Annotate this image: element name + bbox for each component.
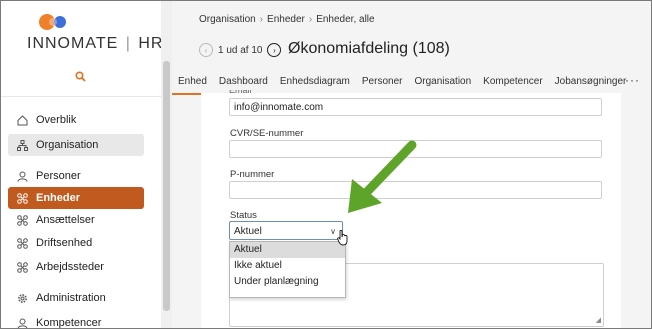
person-icon	[14, 171, 30, 182]
email-field[interactable]: info@innomate.com	[229, 98, 602, 116]
app-window: INNOMATE | HR Overblik Organisation Pers…	[0, 0, 652, 329]
sidebar-item-label: Administration	[36, 292, 106, 304]
brand-name: INNOMATE	[27, 35, 119, 52]
status-option-under-planlaegning[interactable]: Under planlægning	[230, 274, 345, 290]
sidebar-item-label: Driftsenhed	[36, 237, 93, 249]
sidebar-item-organisation[interactable]: Organisation	[8, 134, 144, 156]
status-select[interactable]: Aktuel ∨	[229, 221, 343, 240]
units-icon	[14, 214, 30, 226]
logo-mark-icon	[39, 14, 66, 30]
sidebar-scrollbar[interactable]	[161, 1, 172, 328]
sidebar-item-ansaettelser[interactable]: Ansættelser	[8, 209, 144, 231]
more-tabs-icon[interactable]: ···	[625, 73, 640, 87]
sidebar-item-label: Ansættelser	[36, 214, 95, 226]
brand-product: HR	[138, 35, 164, 52]
chevron-down-icon: ∨	[330, 227, 336, 236]
main-scrollbar[interactable]	[641, 93, 651, 328]
sidebar-item-label: Enheder	[36, 192, 81, 204]
tab-enhedsdiagram[interactable]: Enhedsdiagram	[274, 74, 356, 93]
breadcrumb-enheder[interactable]: Enheder	[267, 14, 305, 25]
sidebar-item-label: Kompetencer	[36, 317, 102, 329]
hand-cursor-icon	[337, 230, 348, 246]
sidebar-item-driftsenhed[interactable]: Driftsenhed	[8, 232, 144, 254]
person-icon	[14, 318, 30, 328]
next-icon[interactable]: ›	[267, 43, 282, 57]
status-label: Status	[230, 210, 257, 221]
units-icon	[14, 261, 30, 273]
resize-handle-icon[interactable]: ◢	[596, 316, 601, 324]
units-icon	[14, 192, 30, 204]
sidebar-item-overblik[interactable]: Overblik	[8, 109, 144, 131]
chevron-right-icon: ›	[308, 14, 313, 25]
units-icon	[14, 237, 30, 249]
sidebar-item-kompetencer[interactable]: Kompetencer	[8, 312, 144, 329]
page-title: Økonomiafdeling (108)	[288, 40, 450, 57]
tab-jobansoegninger[interactable]: Jobansøgninger	[549, 74, 633, 93]
sidebar-item-administration[interactable]: Administration	[8, 287, 144, 309]
tab-organisation[interactable]: Organisation	[408, 74, 477, 93]
cvr-label: CVR/SE-nummer	[230, 128, 304, 139]
sidebar-item-label: Organisation	[36, 139, 99, 151]
breadcrumb-enheder-alle[interactable]: Enheder, alle	[316, 14, 374, 25]
search-icon[interactable]	[75, 71, 86, 85]
brand-separator: |	[125, 35, 131, 52]
org-chart-icon	[14, 139, 30, 151]
tab-enhed[interactable]: Enhed	[172, 74, 213, 95]
breadcrumb: Organisation › Enheder › Enheder, alle	[199, 14, 375, 25]
tab-kompetencer[interactable]: Kompetencer	[477, 74, 548, 93]
breadcrumb-organisation[interactable]: Organisation	[199, 14, 256, 25]
gear-icon	[14, 293, 30, 304]
logo-text: INNOMATE | HR	[27, 35, 163, 53]
sidebar-item-personer[interactable]: Personer	[8, 165, 144, 187]
pnummer-label: P-nummer	[230, 169, 275, 180]
sidebar-item-label: Overblik	[36, 114, 77, 126]
status-dropdown: Aktuel Ikke aktuel Under planlægning	[229, 241, 346, 298]
chevron-right-icon: ›	[259, 14, 264, 25]
sidebar: INNOMATE | HR Overblik Organisation Pers…	[1, 1, 163, 329]
status-select-value: Aktuel	[234, 226, 262, 237]
home-icon	[14, 114, 30, 126]
sidebar-item-enheder[interactable]: Enheder	[8, 187, 144, 209]
sidebar-item-label: Personer	[36, 170, 81, 182]
pager: ‹ 1 ud af 10 ›	[199, 43, 282, 57]
status-option-ikke-aktuel[interactable]: Ikke aktuel	[230, 258, 345, 274]
sidebar-scrollbar-thumb[interactable]	[163, 61, 170, 311]
sidebar-divider	[1, 96, 161, 97]
tab-personer[interactable]: Personer	[356, 74, 409, 93]
green-arrow-annotation	[348, 140, 417, 213]
pager-text: 1 ud af 10	[218, 44, 263, 56]
previous-icon[interactable]: ‹	[199, 43, 213, 57]
status-option-aktuel[interactable]: Aktuel	[230, 242, 345, 258]
sidebar-item-label: Arbejdssteder	[36, 261, 104, 273]
sidebar-item-arbejdssteder[interactable]: Arbejdssteder	[8, 256, 144, 278]
